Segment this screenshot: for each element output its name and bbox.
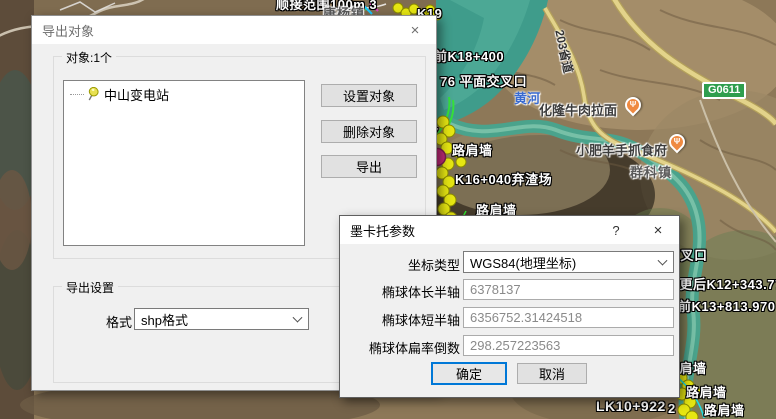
tree-branch-line (70, 93, 84, 95)
semi-minor-field (463, 307, 674, 328)
fork-glyph: Ψ (673, 137, 681, 146)
export-settings-label: 导出设置 (62, 279, 119, 296)
close-icon[interactable]: × (394, 16, 436, 44)
tree-item-label: 中山变电站 (104, 87, 170, 103)
export-button[interactable]: 导出 (321, 155, 417, 178)
format-combobox-value: shp格式 (141, 312, 188, 328)
set-object-button[interactable]: 设置对象 (321, 84, 417, 107)
objects-group-label: 对象:1个 (62, 49, 117, 66)
format-label: 格式 (105, 315, 132, 330)
semi-major-field (463, 279, 674, 300)
inverse-flattening-field (463, 335, 674, 356)
inverse-flattening-label: 椭球体扁率倒数 (368, 341, 460, 356)
cancel-button[interactable]: 取消 (517, 363, 587, 384)
mercator-params-dialog: 墨卡托参数 ? × 坐标类型 WGS84(地理坐标) 椭球体长半轴 椭球体短半轴… (339, 215, 680, 398)
pushpin-icon (88, 86, 99, 100)
semi-minor-label: 椭球体短半轴 (381, 313, 460, 328)
format-combobox[interactable]: shp格式 (134, 308, 309, 330)
tree-item-substation[interactable]: 中山变电站 (70, 85, 302, 103)
mercator-dialog-title: 墨卡托参数 (350, 223, 416, 239)
highway-shield-g0611: G0611 (702, 82, 747, 99)
ok-button[interactable]: 确定 (431, 362, 507, 385)
chevron-down-icon (657, 255, 668, 266)
app-window: 顺接范围100m 3 K19 康杨镇 黄河 203省道 前K18+400 76 … (0, 0, 776, 419)
coord-type-label: 坐标类型 (407, 258, 460, 273)
chevron-down-icon (292, 312, 303, 323)
mercator-dialog-titlebar[interactable]: 墨卡托参数 ? × (340, 216, 679, 244)
coord-type-value: WGS84(地理坐标) (470, 255, 577, 271)
help-icon[interactable]: ? (595, 216, 637, 244)
coord-type-combobox[interactable]: WGS84(地理坐标) (463, 251, 674, 273)
export-dialog-titlebar[interactable]: 导出对象 × (32, 16, 436, 44)
export-dialog-title: 导出对象 (42, 23, 95, 39)
close-icon[interactable]: × (637, 216, 679, 244)
object-listbox[interactable]: 中山变电站 (63, 80, 305, 246)
semi-major-label: 椭球体长半轴 (381, 285, 460, 300)
fork-glyph: Ψ (629, 100, 637, 109)
delete-object-button[interactable]: 删除对象 (321, 120, 417, 143)
